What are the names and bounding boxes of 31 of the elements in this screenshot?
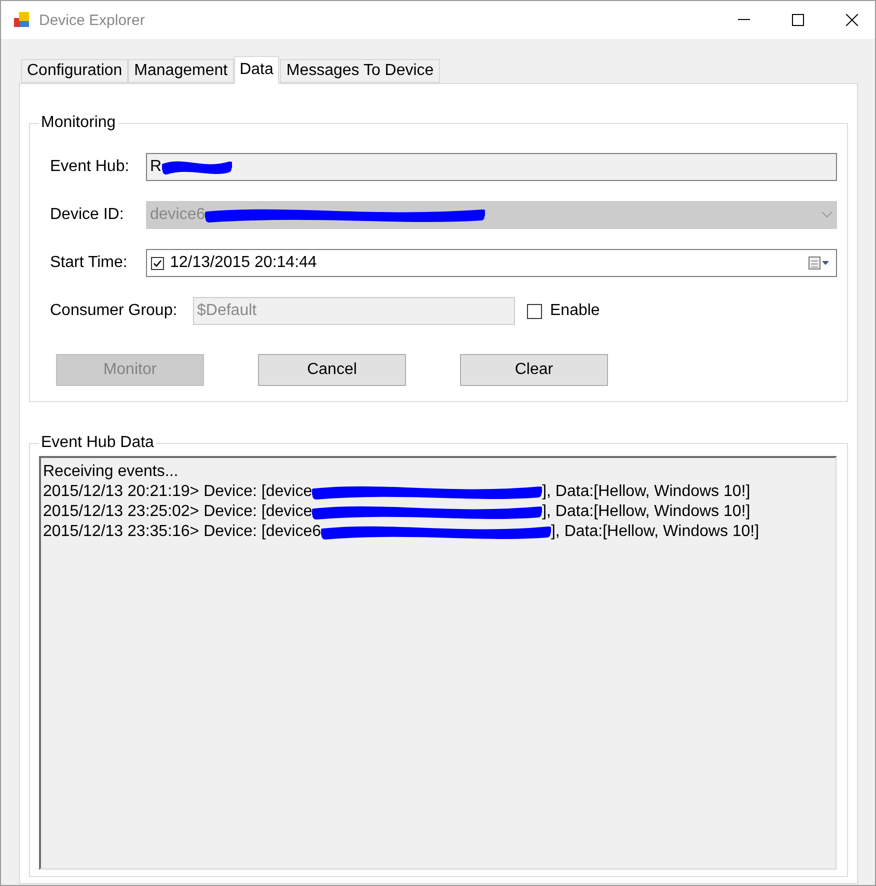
field-label: Event Hub:: [50, 158, 130, 176]
group-title: Monitoring: [40, 114, 117, 132]
tab[interactable]: Configuration: [21, 59, 128, 83]
field-label: Start Time:: [50, 254, 128, 272]
maximize-icon: [792, 14, 804, 26]
log-line: Receiving events...: [43, 462, 180, 482]
field-label: Device ID:: [50, 206, 125, 224]
action-button[interactable]: Cancel: [258, 354, 406, 386]
event-hub-field[interactable]: R: [146, 153, 837, 181]
tab[interactable]: Management: [128, 59, 234, 83]
group-title: Event Hub Data: [40, 434, 155, 452]
checkbox[interactable]: [151, 256, 164, 270]
field-label: Consumer Group:: [50, 302, 178, 320]
caret-icon: [821, 211, 833, 219]
tab[interactable]: Data: [234, 56, 280, 84]
log-line: 2015/12/13 20:21:19> Device: [device: [43, 482, 312, 502]
minimize-icon: [738, 19, 750, 21]
log-line: 2015/12/13 23:25:02> Device: [device: [43, 502, 312, 522]
log-line: ], Data:[Hellow, Windows 10!]: [542, 482, 750, 502]
date-time-picker[interactable]: 12/13/2015 20:14:44: [146, 249, 837, 277]
tab[interactable]: Messages To Device: [280, 59, 440, 83]
close-icon: [846, 14, 858, 26]
checkbox[interactable]: [527, 304, 542, 318]
checkbox-label: Enable: [550, 302, 600, 320]
app-icon: [13, 11, 31, 29]
window-title: Device Explorer: [39, 12, 146, 28]
log-line: ], Data:[Hellow, Windows 10!]: [542, 502, 750, 522]
log-line: 2015/12/13 23:35:16> Device: [device6: [43, 522, 321, 542]
action-button[interactable]: Clear: [460, 354, 608, 386]
calendar-icon[interactable]: [808, 256, 830, 270]
log-line: ], Data:[Hellow, Windows 10!]: [550, 522, 760, 542]
